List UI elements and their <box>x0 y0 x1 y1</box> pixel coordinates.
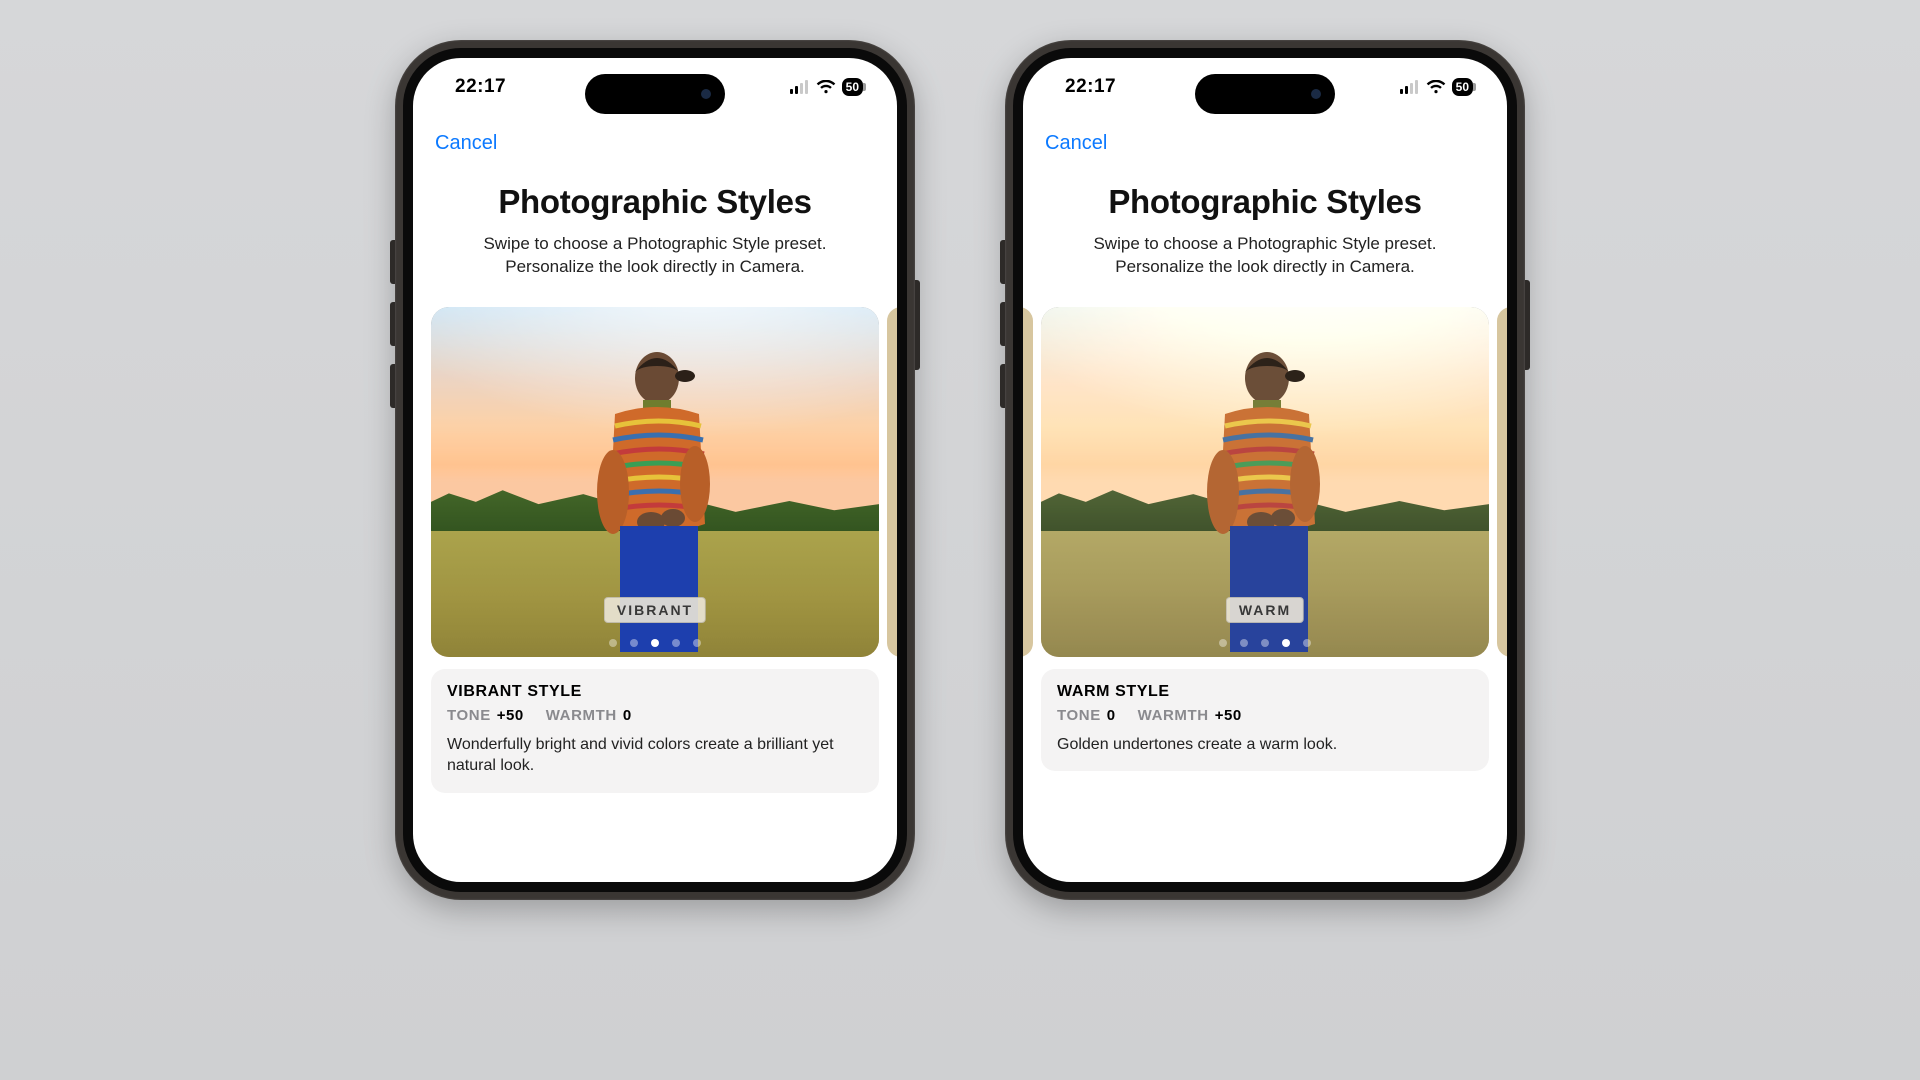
carousel-dot[interactable] <box>1219 639 1227 647</box>
phone-mockup: 22:17 50 Cancel Photographic Styles Swip… <box>1005 40 1525 900</box>
style-name: WARM STYLE <box>1057 683 1473 701</box>
screen-content: Cancel Photographic Styles Swipe to choo… <box>1023 116 1507 882</box>
status-right-cluster: 50 <box>1400 78 1473 96</box>
cellular-icon <box>790 80 810 94</box>
carousel-dot[interactable] <box>630 639 638 647</box>
style-preview-card[interactable]: WARM <box>1041 307 1489 657</box>
style-carousel[interactable]: VIBRANT <box>431 307 879 657</box>
carousel-dot[interactable] <box>693 639 701 647</box>
dynamic-island <box>585 74 725 114</box>
carousel-dot[interactable] <box>651 639 659 647</box>
style-badge: WARM <box>1226 597 1304 623</box>
cancel-button[interactable]: Cancel <box>435 132 497 155</box>
style-badge: VIBRANT <box>604 597 706 623</box>
cancel-button[interactable]: Cancel <box>1045 132 1107 155</box>
page-subtitle: Swipe to choose a Photographic Style pre… <box>1041 233 1489 279</box>
carousel-dot[interactable] <box>609 639 617 647</box>
style-name: VIBRANT STYLE <box>447 683 863 701</box>
carousel-peek-prev[interactable] <box>1023 307 1033 657</box>
wifi-icon <box>816 80 836 94</box>
carousel-dot[interactable] <box>1282 639 1290 647</box>
status-right-cluster: 50 <box>790 78 863 96</box>
phone-screen: 22:17 50 Cancel Photographic Styles Swip… <box>413 58 897 882</box>
carousel-peek-next[interactable] <box>1497 307 1507 657</box>
style-meta-row: TONE +50 WARMTH 0 <box>447 707 863 724</box>
screen-content: Cancel Photographic Styles Swipe to choo… <box>413 116 897 882</box>
style-description: Golden undertones create a warm look. <box>1057 734 1473 756</box>
warmth-value: 0 <box>623 707 632 724</box>
dynamic-island <box>1195 74 1335 114</box>
status-time: 22:17 <box>455 76 506 98</box>
style-preview-card[interactable]: VIBRANT <box>431 307 879 657</box>
battery-icon: 50 <box>1452 78 1473 96</box>
carousel-dot[interactable] <box>672 639 680 647</box>
carousel-dots <box>1219 639 1311 647</box>
warmth-meta: WARMTH 0 <box>546 707 632 724</box>
page-title: Photographic Styles <box>1041 183 1489 221</box>
warmth-value: +50 <box>1215 707 1242 724</box>
tone-label: TONE <box>1057 707 1101 724</box>
warmth-label: WARMTH <box>546 707 617 724</box>
phone-screen: 22:17 50 Cancel Photographic Styles Swip… <box>1023 58 1507 882</box>
style-carousel[interactable]: WARM <box>1041 307 1489 657</box>
battery-percent: 50 <box>846 80 859 94</box>
nav-bar: Cancel <box>431 116 879 159</box>
phone-bezel: 22:17 50 Cancel Photographic Styles Swip… <box>1013 48 1517 892</box>
nav-bar: Cancel <box>1041 116 1489 159</box>
phone-bezel: 22:17 50 Cancel Photographic Styles Swip… <box>403 48 907 892</box>
style-description: Wonderfully bright and vivid colors crea… <box>447 734 863 777</box>
battery-percent: 50 <box>1456 80 1469 94</box>
tone-meta: TONE +50 <box>447 707 524 724</box>
carousel-dot[interactable] <box>1303 639 1311 647</box>
marketing-compare-stage: 22:17 50 Cancel Photographic Styles Swip… <box>160 0 1760 900</box>
cellular-icon <box>1400 80 1420 94</box>
battery-icon: 50 <box>842 78 863 96</box>
warmth-meta: WARMTH +50 <box>1138 707 1242 724</box>
page-subtitle: Swipe to choose a Photographic Style pre… <box>431 233 879 279</box>
carousel-dots <box>609 639 701 647</box>
carousel-dot[interactable] <box>1240 639 1248 647</box>
carousel-peek-next[interactable] <box>887 307 897 657</box>
style-meta-row: TONE 0 WARMTH +50 <box>1057 707 1473 724</box>
phone-mockup: 22:17 50 Cancel Photographic Styles Swip… <box>395 40 915 900</box>
carousel-dot[interactable] <box>1261 639 1269 647</box>
tone-meta: TONE 0 <box>1057 707 1116 724</box>
tone-label: TONE <box>447 707 491 724</box>
tone-value: 0 <box>1107 707 1116 724</box>
style-info-card: VIBRANT STYLE TONE +50 WARMTH 0 Wonderfull… <box>431 669 879 793</box>
page-title: Photographic Styles <box>431 183 879 221</box>
style-info-card: WARM STYLE TONE 0 WARMTH +50 Golden undert… <box>1041 669 1489 772</box>
status-time: 22:17 <box>1065 76 1116 98</box>
warmth-label: WARMTH <box>1138 707 1209 724</box>
tone-value: +50 <box>497 707 524 724</box>
wifi-icon <box>1426 80 1446 94</box>
